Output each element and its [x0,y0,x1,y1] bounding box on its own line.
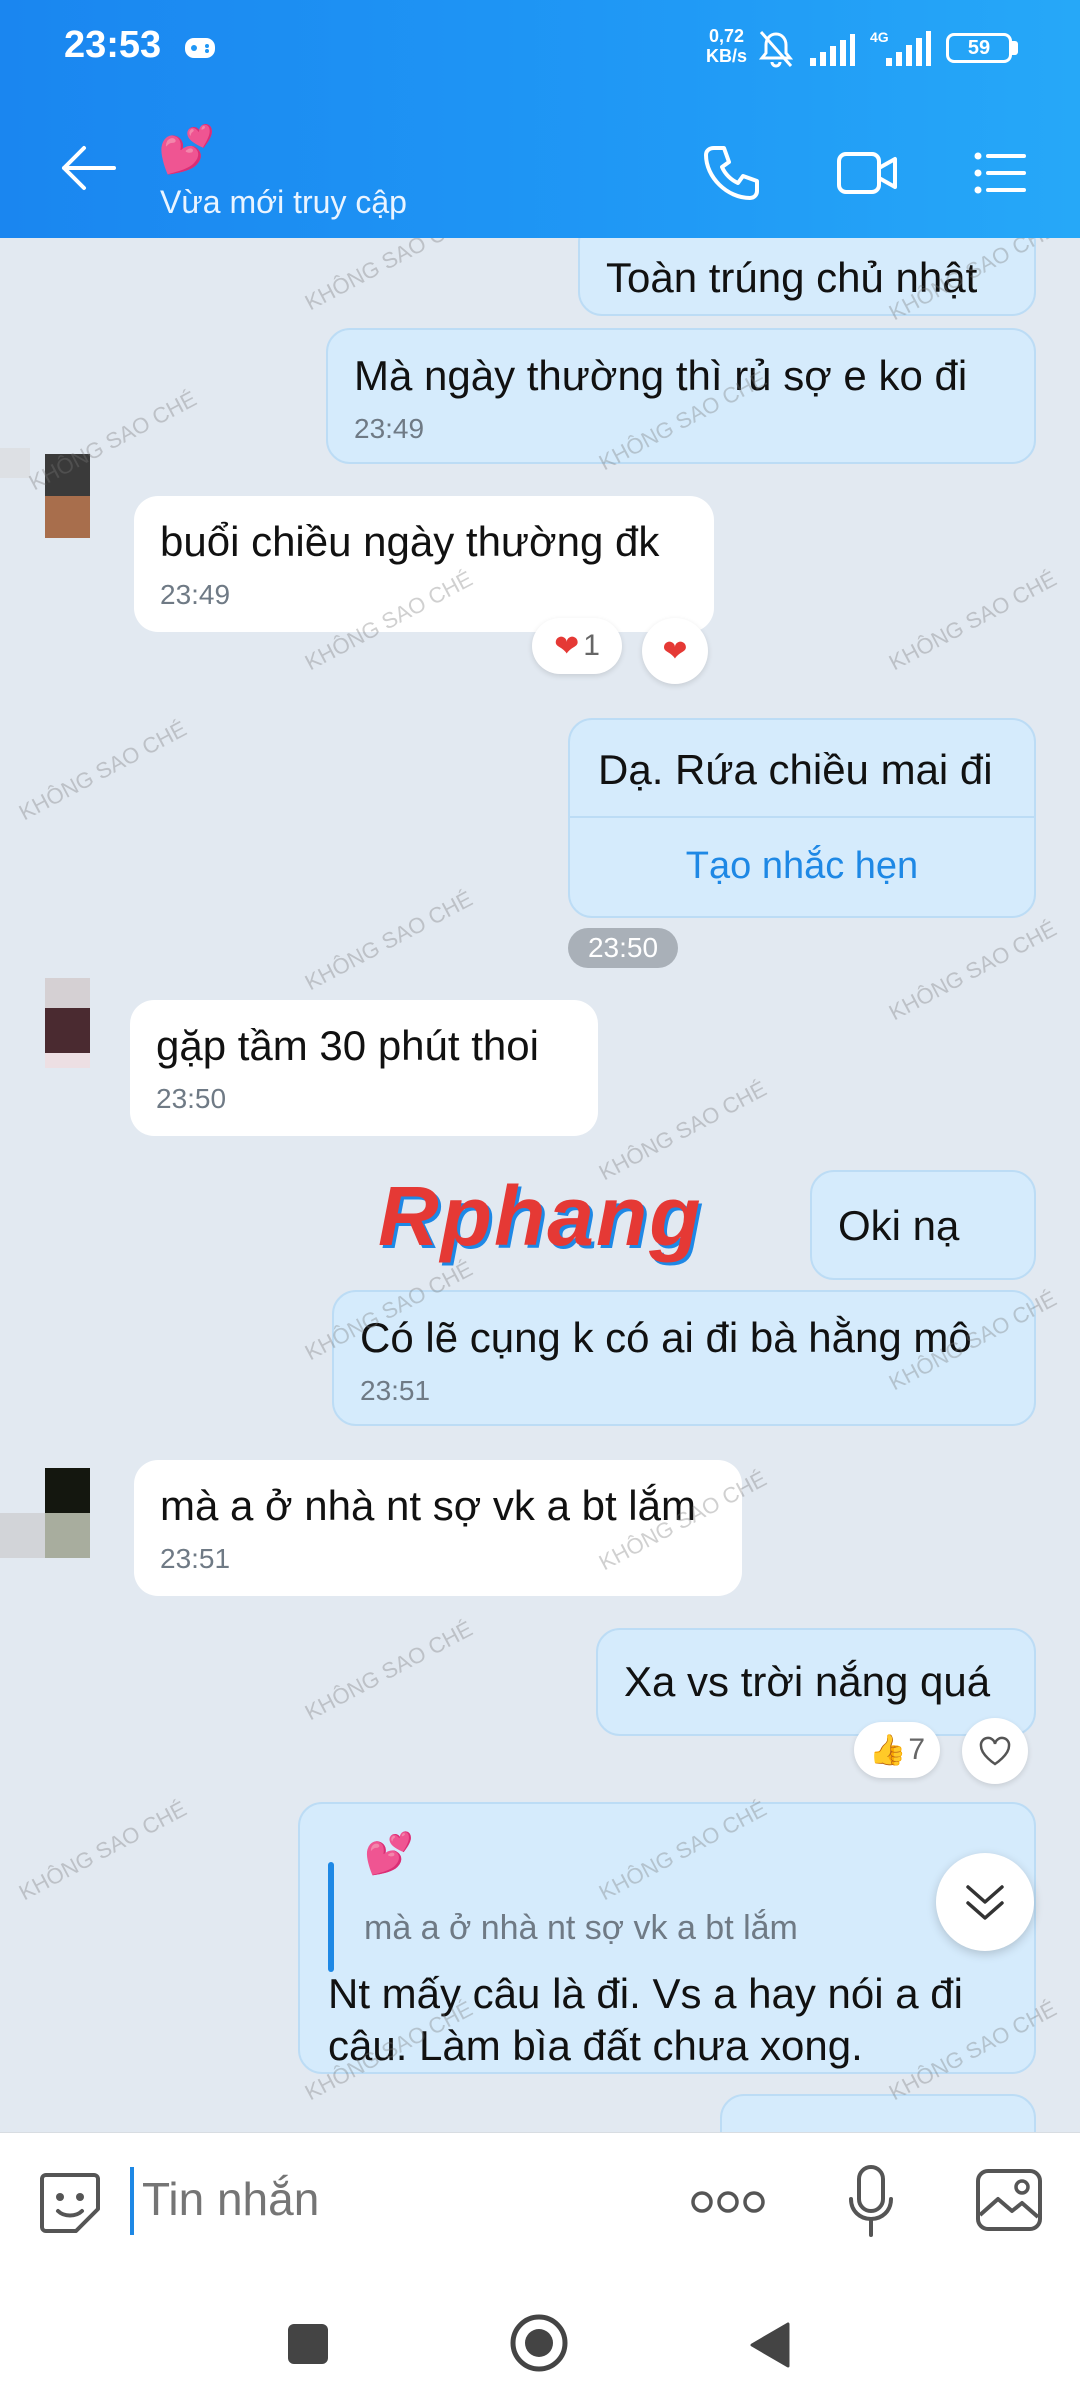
watermark: KHÔNG SAO CHÉ [14,715,191,826]
text-caret [130,2167,134,2235]
contact-name-emoji[interactable]: 💕 [158,122,218,176]
recents-button[interactable] [288,2324,328,2364]
react-button[interactable] [962,1718,1028,1784]
message-text: gặp tầm 30 phút thoi [156,1022,539,1069]
microphone-icon[interactable] [846,2163,896,2241]
contact-status: Vừa mới truy cập [160,184,407,220]
react-button[interactable]: ❤ [642,618,708,684]
heart-icon: ❤ [554,629,580,663]
message-sent[interactable]: Oki nạ [810,1170,1036,1280]
message-input[interactable] [140,2171,644,2227]
scroll-to-bottom-button[interactable] [936,1853,1034,1951]
back-arrow-icon[interactable] [56,142,120,194]
video-camera-icon[interactable] [836,148,898,198]
gallery-icon[interactable] [974,2167,1044,2233]
network-4g-label: 4G [870,29,889,45]
reaction-summary[interactable]: 👍 7 [854,1722,940,1778]
message-received[interactable]: gặp tầm 30 phút thoi 23:50 [130,1000,598,1136]
watermark: KHÔNG SAO CHÉ [300,1615,477,1726]
bell-off-icon [758,31,794,68]
chevron-down-icon [966,1885,1004,1920]
watermark: KHÔNG SAO CHÉ [24,385,201,496]
quoted-text[interactable]: mà a ở nhà nt sợ vk a bt lắm [364,1904,798,1952]
watermark: KHÔNG SAO CHÉ [14,1795,191,1906]
network-speed-unit: KB/s [706,46,748,66]
watermark: KHÔNG SAO CHÉ [300,238,477,316]
phone-icon[interactable] [700,142,762,204]
message-sent[interactable]: Dạ. Rứa chiều mai đi Tạo nhắc hẹn [568,718,1036,918]
brand-watermark: Rphang [378,1169,703,1263]
contact-avatar[interactable] [0,1468,90,1558]
battery-indicator: 59 [946,33,1012,63]
create-reminder-link[interactable]: Tạo nhắc hẹn [570,816,1034,890]
thumbs-up-icon: 👍 [868,1733,907,1767]
message-text: Xa vs trời nắng quá [624,1658,991,1705]
message-text: Oki nạ [838,1202,960,1249]
heart-outline-icon [979,1736,1011,1766]
message-composer [0,2132,1080,2269]
watermark: KHÔNG SAO CHÉ [884,565,1061,676]
signal-4g-icon: 4G [870,29,931,66]
reaction-count: 1 [583,629,600,662]
message-text: Dạ. Rứa chiều mai đi [598,746,993,793]
contact-avatar[interactable] [0,978,90,1068]
game-controller-icon [185,38,215,58]
watermark: KHÔNG SAO CHÉ [884,915,1061,1026]
system-navigation-bar [0,2268,1080,2400]
message-text: Có lẽ cụng k có ai đi bà hằng mô [360,1314,972,1361]
message-sent[interactable]: Xa vs trời nắng quá [596,1628,1036,1736]
more-icon[interactable] [690,2189,766,2215]
reminder-section: Tạo nhắc hẹn [570,816,1034,920]
chat-messages[interactable]: Toàn trúng chủ nhật Mà ngày thường thì r… [0,238,1080,2132]
reaction-summary[interactable]: ❤ 1 [532,618,622,674]
quoted-emoji: 💕 [364,1832,414,1876]
watermark: KHÔNG SAO CHÉ [300,885,477,996]
quote-bar [328,1862,334,1972]
sticker-icon[interactable] [36,2169,104,2237]
time-separator: 23:50 [568,928,678,968]
message-text: mà a ở nhà nt sợ vk a bt lắm [160,1482,696,1529]
network-speed-value: 0,72 [708,26,745,46]
message-text: buổi chiều ngày thường đk [160,518,660,565]
message-sent-partial[interactable] [720,2094,1036,2132]
divider [570,816,1034,818]
status-time: 23:53 [64,24,162,66]
list-menu-icon[interactable] [972,148,1028,198]
network-speed: 0,72 KB/s [706,26,747,66]
chat-header: 23:53 0,72 KB/s 4G 59 💕 Vừa mới truy cập [0,0,1080,238]
message-time: 23:50 [156,1083,227,1114]
reaction-count: 7 [908,1733,926,1766]
battery-tip [1012,41,1018,55]
home-button[interactable] [510,2314,568,2372]
heart-icon: ❤ [662,634,688,668]
message-sent[interactable]: Mà ngày thường thì rủ sợ e ko đi 23:49 [326,328,1036,464]
back-triangle-icon[interactable] [748,2320,792,2370]
signal-icon [810,34,855,66]
message-text: Mà ngày thường thì rủ sợ e ko đi [354,352,968,399]
